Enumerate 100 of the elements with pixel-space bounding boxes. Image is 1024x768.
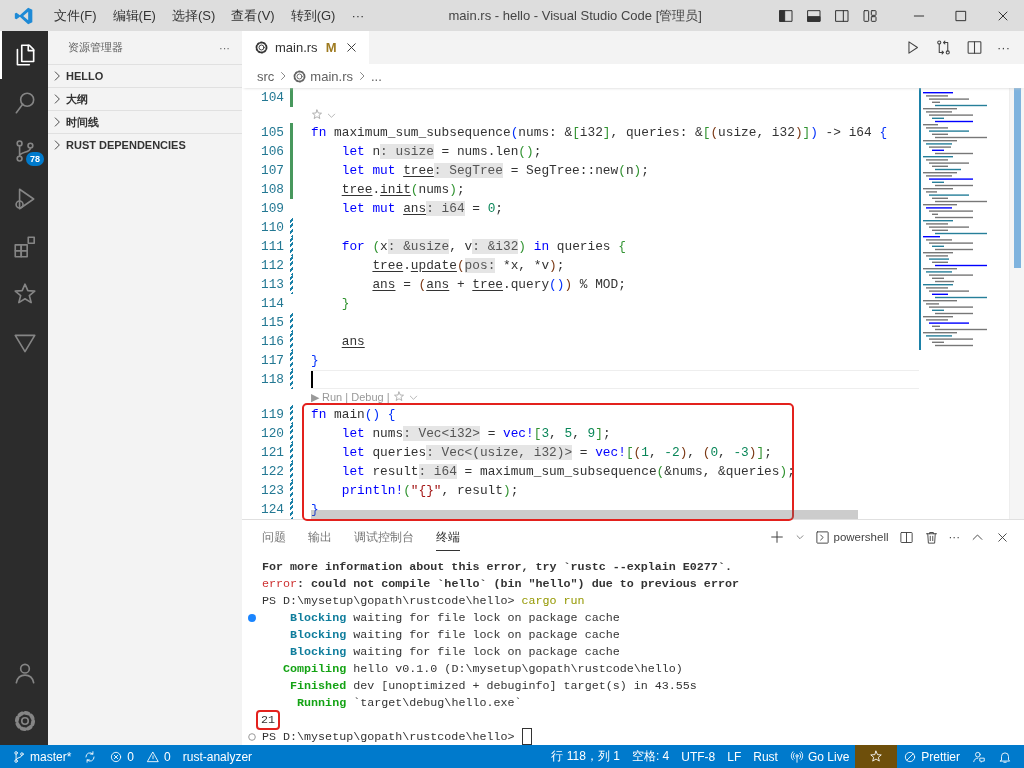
app-logo-icon: [14, 5, 34, 26]
code-line: let mut tree: SegTree = SegTree::new(n);: [341, 162, 649, 180]
split-editor-icon[interactable]: [898, 529, 914, 545]
panel-tab[interactable]: 终端: [436, 523, 460, 551]
code-line: }: [311, 352, 319, 370]
code-line: tree.init(nums);: [341, 181, 465, 199]
code-line: let queries: Vec<(usize, i32)> = vec![(1, -2), (0, -3)];: [341, 444, 772, 462]
menu-item[interactable]: 选择(S): [163, 6, 224, 25]
terminal-line: Running `target\debug\hello.exe`: [296, 695, 522, 710]
star-icon[interactable]: [869, 749, 884, 764]
breadcrumb[interactable]: ...: [370, 68, 382, 84]
panel-tab[interactable]: 输出: [308, 523, 332, 551]
line-number: 115: [260, 315, 284, 330]
terminal-line: Blocking waiting for file lock on package cache: [289, 627, 620, 642]
status-item[interactable]: LF: [721, 745, 748, 768]
error-icon: [109, 749, 124, 764]
status-item[interactable]: 行 118，列 1: [545, 745, 626, 768]
sidebar-layout-icon[interactable]: [778, 7, 794, 24]
sidebar-title: 资源管理器: [68, 40, 124, 55]
terminal-icon[interactable]: [814, 529, 830, 545]
line-number: 108: [260, 182, 284, 197]
code-line: }: [311, 501, 319, 519]
line-number: 104: [260, 90, 284, 105]
line-number: 110: [260, 220, 284, 235]
more-menu[interactable]: ···: [343, 8, 373, 23]
code-line: for (x: &usize, v: &i32) in queries {: [341, 238, 626, 256]
code-line: let mut ans: i64 = 0;: [341, 200, 503, 218]
terminal-line: For more information about this error, try `rustc --explain E0277`.: [262, 559, 732, 574]
code-line: }: [341, 295, 350, 313]
scrollbar-thumb[interactable]: [1014, 88, 1021, 268]
line-number: 124: [260, 502, 284, 517]
line-number: 113: [260, 277, 284, 292]
line-number: 114: [260, 296, 284, 311]
more-actions[interactable]: ···: [948, 531, 960, 543]
settings-icon[interactable]: [12, 708, 38, 734]
panel-layout-icon[interactable]: [806, 7, 822, 24]
cog-icon: [254, 40, 269, 55]
terminal-line: PS D:\mysetup\gopath\rustcode\hello> cargo run: [262, 593, 585, 608]
editor-tab[interactable]: main.rs M: [242, 31, 370, 64]
status-item[interactable]: master*: [6, 745, 78, 768]
trash-icon[interactable]: [923, 529, 939, 545]
layout-grid-icon[interactable]: [862, 7, 878, 24]
code-line: fn maximum_sum_subsequence(nums: &[i32], queries: &[(usize, i32)]) -> i64 {: [311, 124, 888, 142]
line-number: 123: [260, 483, 284, 498]
star-icon: [311, 109, 323, 121]
status-item[interactable]: 0: [103, 745, 141, 768]
status-item[interactable]: 空格: 4: [625, 745, 676, 768]
menu-item[interactable]: 转到(G): [282, 6, 344, 25]
section-header[interactable]: HELLO: [66, 70, 104, 82]
split-editor-icon[interactable]: [966, 39, 983, 56]
code-line: let nums: Vec<i32> = vec![3, 5, 9];: [341, 425, 611, 443]
add-icon[interactable]: [768, 529, 785, 545]
secondary-sidebar-layout-icon[interactable]: [834, 7, 850, 24]
code-line: fn main() {: [311, 406, 396, 424]
breadcrumb[interactable]: main.rs: [310, 68, 353, 84]
chevron-down-icon[interactable]: [794, 532, 805, 542]
line-number: 105: [260, 125, 284, 140]
status-item[interactable]: 0: [140, 745, 177, 768]
section-header[interactable]: 大纲: [66, 91, 88, 107]
compare-changes-icon[interactable]: [935, 39, 952, 56]
command-dot-icon[interactable]: [248, 613, 256, 622]
line-number: 119: [260, 407, 284, 422]
panel-tab[interactable]: 调试控制台: [354, 523, 414, 551]
broadcast-icon: [789, 749, 804, 764]
code-line: ans = (ans + tree.query()) % MOD;: [372, 276, 626, 294]
status-item[interactable]: [855, 745, 898, 768]
line-number: 117: [260, 353, 284, 368]
extensions-icon[interactable]: [12, 234, 38, 260]
more-actions[interactable]: ···: [997, 40, 1010, 55]
section-header[interactable]: RUST DEPENDENCIES: [66, 139, 186, 151]
menu-item[interactable]: 查看(V): [223, 6, 283, 25]
terminal-line: error: could not compile `hello` (bin "hello") due to previous error: [262, 576, 739, 591]
line-number: 121: [260, 445, 284, 460]
status-item[interactable]: Rust: [747, 745, 784, 768]
line-number: 122: [260, 464, 284, 479]
section-header[interactable]: 时间线: [66, 114, 99, 130]
bell-icon[interactable]: [998, 749, 1012, 764]
sync-icon[interactable]: [83, 749, 98, 764]
line-number: 107: [260, 163, 284, 178]
code-line: println!("{}", result);: [341, 482, 519, 500]
terminal-line: Finished dev [unoptimized + debuginfo] target(s) in 43.55s: [289, 678, 697, 693]
breadcrumb[interactable]: src: [257, 68, 275, 84]
feedback-icon[interactable]: [972, 749, 986, 764]
status-item[interactable]: rust-analyzer: [176, 745, 259, 768]
terminal-line: Blocking waiting for file lock on package cache: [289, 644, 620, 659]
menu-item[interactable]: 编辑(E): [104, 6, 164, 25]
more-actions[interactable]: ···: [219, 41, 230, 54]
line-number: 116: [260, 334, 284, 349]
branch-icon: [12, 749, 26, 764]
status-item[interactable]: Prettier: [897, 745, 966, 768]
status-item[interactable]: UTF-8: [675, 745, 722, 768]
menu-item[interactable]: 文件(F): [46, 6, 105, 25]
blocked-icon: [903, 749, 918, 764]
line-number: 120: [260, 426, 284, 441]
star-icon: [392, 391, 405, 403]
terminal-line: PS D:\mysetup\gopath\rustcode\hello>: [262, 729, 516, 744]
terminal-name[interactable]: powershell: [833, 531, 889, 543]
panel-tab[interactable]: 问题: [262, 523, 286, 551]
line-number: 118: [260, 372, 284, 387]
status-item[interactable]: Go Live: [783, 745, 856, 768]
